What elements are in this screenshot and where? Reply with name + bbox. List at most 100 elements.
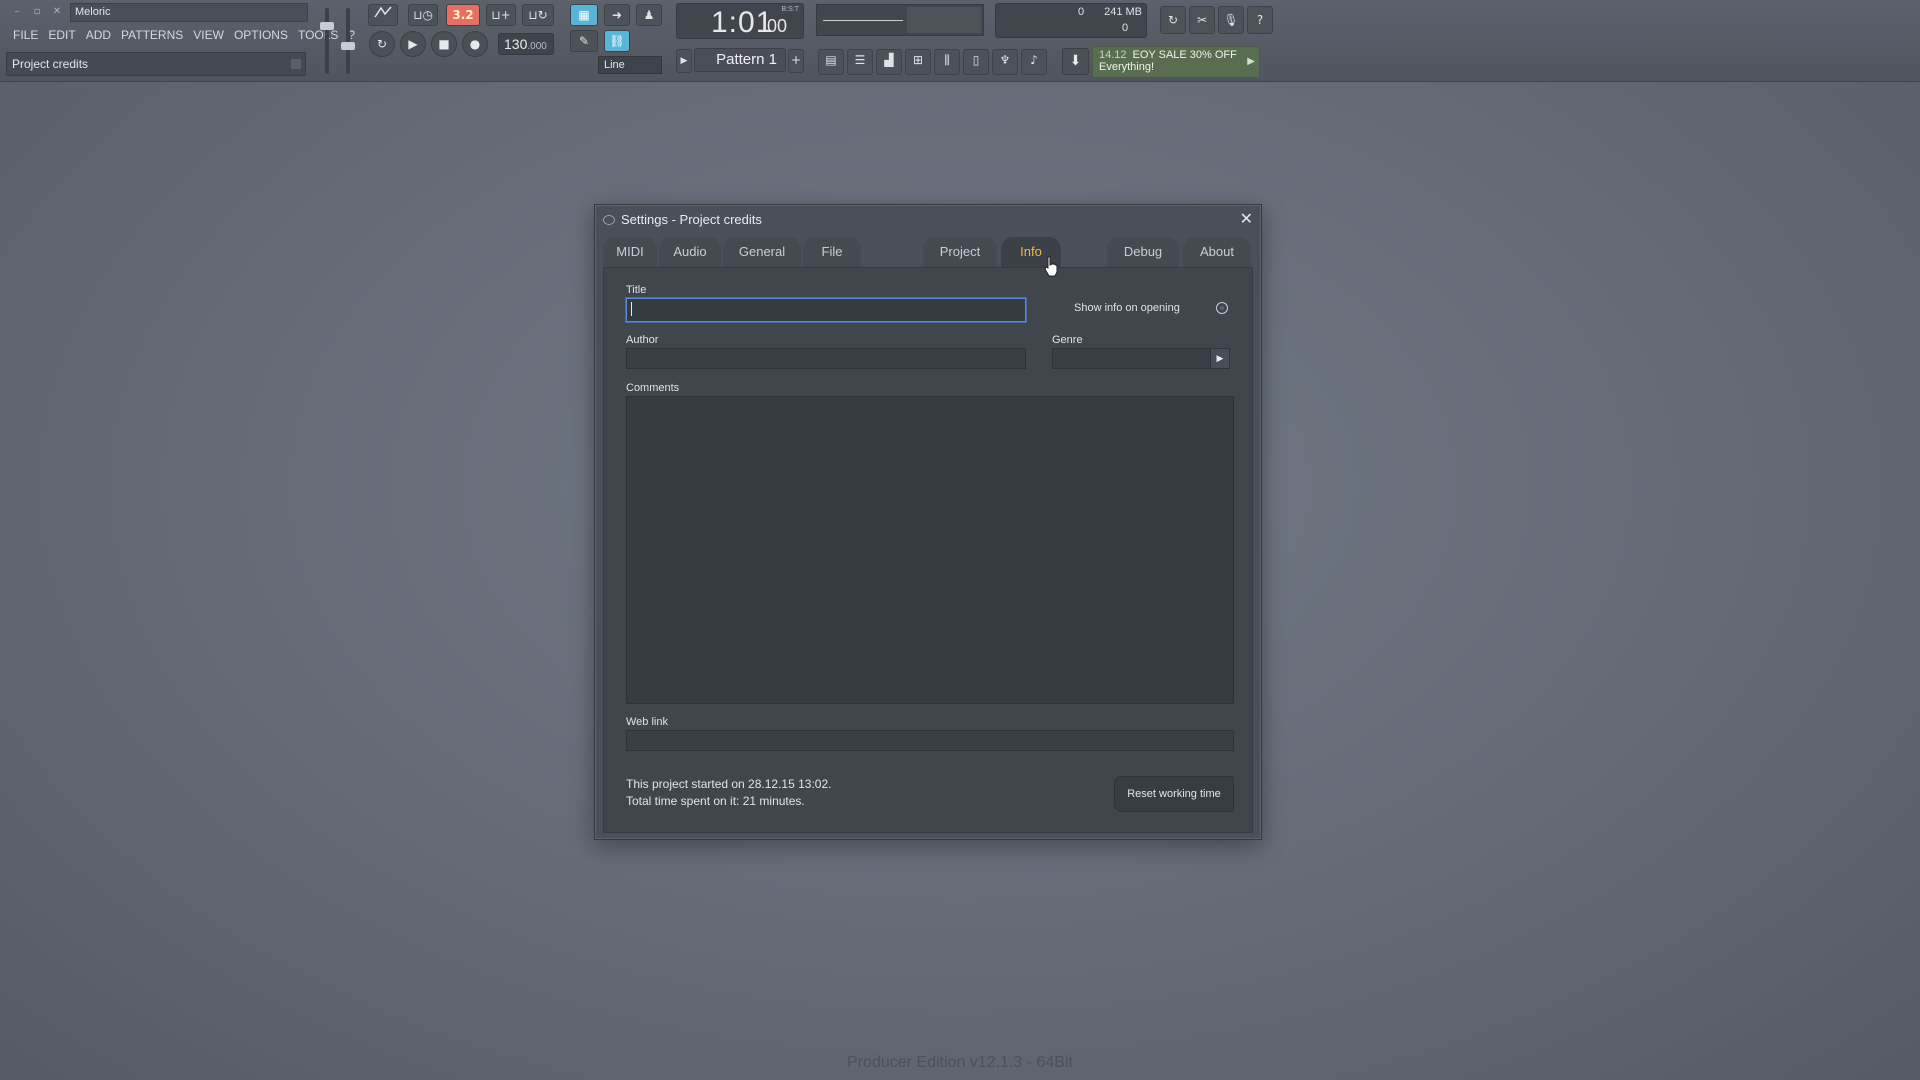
menu-edit[interactable]: EDIT: [43, 26, 80, 44]
settings-tabs: MIDI Audio General File Project Info Deb…: [603, 237, 1253, 267]
mouse-cursor-icon: [1044, 256, 1058, 277]
tab-file[interactable]: File: [803, 237, 861, 267]
playlist-icon[interactable]: ▤: [818, 49, 844, 75]
wait-for-input-icon[interactable]: ⊔◷: [408, 4, 438, 26]
menu-view[interactable]: VIEW: [188, 26, 229, 44]
project-time-text: Total time spent on it: 21 minutes.: [626, 794, 805, 808]
polyphony-value: 0: [1122, 22, 1129, 34]
microphone-icon[interactable]: 🎙: [1218, 6, 1244, 34]
weblink-field[interactable]: [626, 730, 1234, 751]
step-edit-icon[interactable]: ⊔+: [486, 4, 516, 26]
tab-midi[interactable]: MIDI: [603, 237, 657, 267]
pattern-add-icon[interactable]: +: [788, 49, 804, 73]
close-app-icon[interactable]: ✕: [50, 5, 64, 19]
text-caret: [631, 302, 632, 316]
time-format: B:S:T: [781, 6, 799, 13]
menu-file[interactable]: FILE: [8, 26, 43, 44]
genre-label: Genre: [1052, 334, 1083, 346]
step-arrow-icon[interactable]: ➜: [604, 4, 630, 26]
tab-project[interactable]: Project: [923, 237, 997, 267]
link-icon[interactable]: ⛓: [604, 30, 630, 52]
cpu-memory-panel: 0 241 MB 0: [995, 3, 1147, 38]
tempo-display[interactable]: 130.000: [498, 33, 554, 55]
hint-bar: Project credits: [6, 52, 306, 76]
stop-icon[interactable]: ■: [431, 31, 457, 57]
metronome-bell-icon[interactable]: ♟: [636, 4, 662, 26]
tab-general[interactable]: General: [723, 237, 801, 267]
news-number: 14.12: [1099, 49, 1127, 61]
typing-keyboard-icon[interactable]: ▦: [570, 4, 598, 26]
close-icon[interactable]: ✕: [1240, 209, 1253, 229]
menu-add[interactable]: ADD: [81, 26, 116, 44]
scissors-icon[interactable]: ✂: [1189, 6, 1215, 34]
loop-icon[interactable]: ↻: [369, 31, 395, 57]
weblink-label: Web link: [626, 716, 668, 728]
info-panel: Title Show info on opening Author Genre …: [603, 267, 1253, 833]
master-pitch-slider[interactable]: [341, 8, 355, 74]
loop-record-icon[interactable]: ⊔↻: [522, 4, 554, 26]
browser-icon[interactable]: ⊞: [905, 49, 931, 75]
version-text: Producer Edition v12.1.3 - 64Bit: [847, 1054, 1073, 1071]
master-pitch-knob[interactable]: [341, 42, 355, 50]
title-label: Title: [626, 284, 647, 296]
dialog-title: Settings - Project credits: [621, 212, 762, 227]
author-label: Author: [626, 334, 659, 346]
tab-debug[interactable]: Debug: [1107, 237, 1179, 267]
hint-bar-icon: [291, 59, 301, 69]
refresh-icon[interactable]: ↻: [1160, 6, 1186, 34]
download-icon[interactable]: ⬇: [1062, 48, 1089, 75]
news-next-icon[interactable]: ▶: [1247, 56, 1255, 67]
title-field[interactable]: [626, 298, 1026, 322]
main-menu: FILE EDIT ADD PATTERNS VIEW OPTIONS TOOL…: [8, 26, 360, 44]
pattern-name: Pattern 1: [716, 51, 777, 68]
dialog-title-bar[interactable]: Settings - Project credits: [603, 212, 762, 227]
help-icon[interactable]: ?: [1247, 6, 1273, 34]
genre-dropdown-icon[interactable]: ▶: [1210, 348, 1230, 369]
news-line2: Everything!: [1099, 61, 1155, 73]
author-field[interactable]: [626, 348, 1026, 369]
minimize-icon[interactable]: –: [10, 5, 24, 19]
pattern-selector[interactable]: Pattern 1: [694, 48, 786, 72]
comments-label: Comments: [626, 382, 680, 394]
tab-about[interactable]: About: [1183, 237, 1251, 267]
main-toolbar: – ▫ ✕ Meloric FILE EDIT ADD PATTERNS VIE…: [0, 0, 1920, 82]
snap-select[interactable]: Line: [598, 56, 662, 74]
project-name: Meloric: [70, 3, 308, 22]
restore-icon[interactable]: ▫: [30, 5, 44, 19]
template-icon[interactable]: ▯: [963, 49, 989, 75]
tempo-tapper-icon[interactable]: ♪: [1021, 49, 1047, 75]
tempo-decimal: .000: [527, 41, 547, 52]
mixer-icon[interactable]: ⫼: [934, 49, 960, 75]
master-volume-knob[interactable]: [320, 22, 334, 30]
song-position-display[interactable]: 1:01 00 B:S:T: [676, 3, 804, 39]
piano-roll-icon[interactable]: ▟: [876, 49, 902, 75]
pencil-icon[interactable]: ✎: [570, 30, 598, 52]
project-start-text: This project started on 28.12.15 13:02.: [626, 777, 832, 791]
play-icon[interactable]: ▶: [400, 31, 426, 57]
menu-tools[interactable]: TOOLS: [293, 26, 343, 44]
menu-options[interactable]: OPTIONS: [229, 26, 293, 44]
genre-field[interactable]: [1052, 348, 1212, 369]
comments-textarea[interactable]: [626, 396, 1234, 704]
speech-bubble-icon: [603, 214, 615, 225]
channel-rack-icon[interactable]: ☰: [847, 49, 873, 75]
settings-dialog: Settings - Project credits ✕ MIDI Audio …: [594, 204, 1262, 840]
master-volume-slider[interactable]: [320, 8, 334, 74]
tab-audio[interactable]: Audio: [659, 237, 721, 267]
news-line1: EOY SALE 30% OFF: [1132, 49, 1237, 61]
output-oscilloscope: [816, 4, 984, 36]
window-controls: – ▫ ✕: [10, 5, 64, 19]
show-info-toggle[interactable]: [1216, 302, 1228, 314]
record-icon[interactable]: ●: [462, 31, 488, 57]
reset-working-time-button[interactable]: Reset working time: [1114, 776, 1234, 812]
metronome-icon[interactable]: [368, 4, 398, 26]
snap-value: Line: [604, 59, 625, 71]
plugin-icon[interactable]: ♆: [992, 49, 1018, 75]
pattern-prev-icon[interactable]: ▶: [676, 49, 692, 73]
show-info-label: Show info on opening: [1074, 302, 1180, 314]
time-sub: 00: [767, 16, 788, 36]
tempo-value: 130: [504, 36, 528, 52]
news-ticker[interactable]: 14.12 EOY SALE 30% OFF Everything! ▶: [1092, 46, 1260, 78]
pattern-song-mode-button[interactable]: 3.2: [446, 4, 480, 26]
menu-patterns[interactable]: PATTERNS: [116, 26, 188, 44]
